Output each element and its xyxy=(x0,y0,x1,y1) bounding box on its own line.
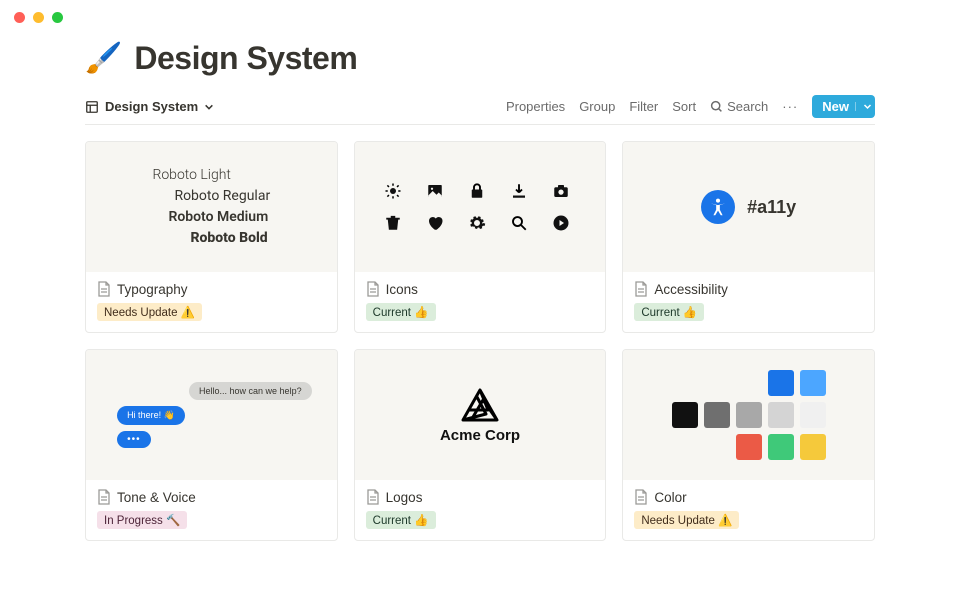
fullscreen-dot[interactable] xyxy=(52,12,63,23)
color-swatch xyxy=(736,402,762,428)
card-grid: Roboto LightRoboto RegularRoboto MediumR… xyxy=(85,141,875,541)
gallery-card[interactable]: Acme Corp Logos Current 👍 xyxy=(354,349,607,541)
gallery-card[interactable]: Hello... how can we help?Hi there! 👋••• … xyxy=(85,349,338,541)
page-emoji[interactable]: 🖌️ xyxy=(85,41,122,76)
page-title-row: 🖌️ Design System xyxy=(85,40,875,77)
sort-button[interactable]: Sort xyxy=(672,99,696,114)
card-title: Color xyxy=(654,490,686,505)
a11y-label: #a11y xyxy=(747,197,796,218)
view-selector[interactable]: Design System xyxy=(85,99,214,114)
font-sample: Roboto Medium xyxy=(168,207,268,228)
card-title: Logos xyxy=(386,490,423,505)
gallery-card[interactable]: Icons Current 👍 xyxy=(354,141,607,333)
board-view-icon xyxy=(85,100,99,114)
gallery-card[interactable]: Color Needs Update ⚠️ xyxy=(622,349,875,541)
logo-preview: Acme Corp xyxy=(440,387,520,444)
close-dot[interactable] xyxy=(14,12,25,23)
search-icon xyxy=(510,214,528,232)
color-swatch xyxy=(768,370,794,396)
font-sample: Roboto Bold xyxy=(190,228,267,249)
a11y-preview: #a11y xyxy=(701,190,796,224)
color-swatch xyxy=(768,402,794,428)
color-swatch xyxy=(800,434,826,460)
window-traffic-lights xyxy=(14,12,63,23)
status-tag: Current 👍 xyxy=(366,303,436,321)
filter-button[interactable]: Filter xyxy=(629,99,658,114)
lock-icon xyxy=(468,182,486,200)
card-body: Logos Current 👍 xyxy=(355,480,606,540)
typography-preview: Roboto LightRoboto RegularRoboto MediumR… xyxy=(152,165,270,249)
penrose-logo-icon xyxy=(460,387,500,423)
page-icon xyxy=(366,489,380,505)
play-icon xyxy=(552,214,570,232)
font-sample: Roboto Regular xyxy=(174,186,270,207)
properties-button[interactable]: Properties xyxy=(506,99,565,114)
card-preview: Roboto LightRoboto RegularRoboto MediumR… xyxy=(86,142,337,272)
card-body: Color Needs Update ⚠️ xyxy=(623,480,874,540)
chevron-down-icon xyxy=(204,102,214,112)
new-button-label: New xyxy=(822,99,849,114)
more-options-button[interactable]: ··· xyxy=(782,99,798,114)
card-body: Accessibility Current 👍 xyxy=(623,272,874,332)
gallery-card[interactable]: Roboto LightRoboto RegularRoboto MediumR… xyxy=(85,141,338,333)
sun-icon xyxy=(384,182,402,200)
card-preview: Acme Corp xyxy=(355,350,606,480)
card-title: Tone & Voice xyxy=(117,490,196,505)
database-toolbar: Design System Properties Group Filter So… xyxy=(85,95,875,125)
page-icon xyxy=(634,489,648,505)
camera-icon xyxy=(552,182,570,200)
typing-indicator: ••• xyxy=(117,431,151,448)
search-button[interactable]: Search xyxy=(710,99,768,114)
status-tag: Current 👍 xyxy=(634,303,704,321)
color-swatch xyxy=(704,402,730,428)
color-preview xyxy=(672,370,826,460)
accessibility-icon xyxy=(701,190,735,224)
trash-icon xyxy=(384,214,402,232)
page-icon xyxy=(97,281,111,297)
chat-bubble-incoming: Hello... how can we help? xyxy=(189,382,312,400)
card-body: Icons Current 👍 xyxy=(355,272,606,332)
color-swatch xyxy=(736,434,762,460)
search-label: Search xyxy=(727,99,768,114)
card-title: Icons xyxy=(386,282,418,297)
status-tag: Needs Update ⚠️ xyxy=(634,511,739,529)
heart-icon xyxy=(426,214,444,232)
status-tag: Current 👍 xyxy=(366,511,436,529)
page-icon xyxy=(634,281,648,297)
card-body: Tone & Voice In Progress 🔨 xyxy=(86,480,337,540)
card-body: Typography Needs Update ⚠️ xyxy=(86,272,337,332)
icons-preview xyxy=(384,182,576,232)
search-icon xyxy=(710,100,723,113)
card-title: Typography xyxy=(117,282,188,297)
card-preview xyxy=(355,142,606,272)
page-icon xyxy=(366,281,380,297)
card-title: Accessibility xyxy=(654,282,728,297)
status-tag: In Progress 🔨 xyxy=(97,511,187,529)
gallery-card[interactable]: #a11y Accessibility Current 👍 xyxy=(622,141,875,333)
gear-icon xyxy=(468,214,486,232)
status-tag: Needs Update ⚠️ xyxy=(97,303,202,321)
group-button[interactable]: Group xyxy=(579,99,615,114)
page-icon xyxy=(97,489,111,505)
color-swatch xyxy=(672,402,698,428)
color-swatch xyxy=(800,370,826,396)
new-button[interactable]: New xyxy=(812,95,875,118)
image-icon xyxy=(426,182,444,200)
chat-preview: Hello... how can we help?Hi there! 👋 ••• xyxy=(111,382,312,448)
color-swatch xyxy=(768,434,794,460)
color-swatch xyxy=(800,402,826,428)
minimize-dot[interactable] xyxy=(33,12,44,23)
download-icon xyxy=(510,182,528,200)
chat-bubble-outgoing: Hi there! 👋 xyxy=(117,406,185,425)
view-name: Design System xyxy=(105,99,198,114)
card-preview: #a11y xyxy=(623,142,874,272)
font-sample: Roboto Light xyxy=(152,165,230,186)
chevron-down-icon xyxy=(863,102,872,111)
card-preview: Hello... how can we help?Hi there! 👋 ••• xyxy=(86,350,337,480)
new-button-dropdown[interactable] xyxy=(855,102,873,111)
logo-name: Acme Corp xyxy=(440,427,520,444)
page-title[interactable]: Design System xyxy=(134,40,357,77)
card-preview xyxy=(623,350,874,480)
